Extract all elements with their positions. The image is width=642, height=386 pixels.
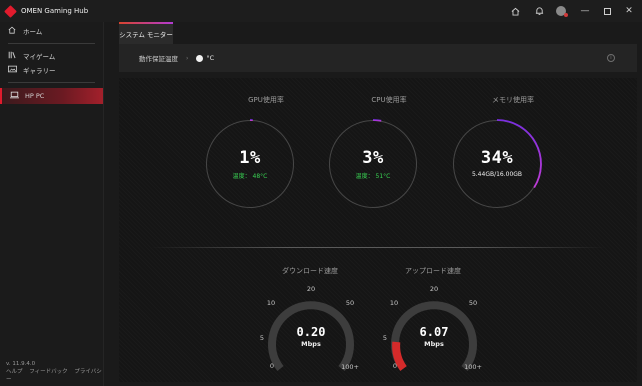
version-label: v. 11.9.4.0 xyxy=(6,361,36,367)
sidebar-divider xyxy=(8,82,95,83)
upload-speed-unit: Mbps xyxy=(424,340,444,348)
toolbar: 動作保証温度 › °C i xyxy=(119,44,637,72)
upload-speed-value: 6.07 xyxy=(419,325,449,339)
sidebar-footer: v. 11.9.4.0 ヘルプ フィードバック プライバシー xyxy=(6,360,103,384)
tab-system-monitor[interactable]: システム モニター xyxy=(119,22,173,44)
upload-tick-0: 0 xyxy=(392,362,398,370)
celsius-unit-label: °C xyxy=(206,54,215,62)
upload-tick-50: 50 xyxy=(468,299,478,307)
avatar[interactable] xyxy=(556,6,568,17)
sidebar: ホーム マイゲーム ギャラリー HP PC v. 11.9.4.0 ヘルプ フィ… xyxy=(0,22,104,386)
title-bar: OMEN Gaming Hub — ✕ xyxy=(0,0,642,22)
omen-logo-icon xyxy=(4,4,17,18)
app-title: OMEN Gaming Hub xyxy=(21,7,89,15)
home-icon[interactable] xyxy=(508,4,522,18)
gallery-icon xyxy=(8,65,17,75)
help-link[interactable]: ヘルプ xyxy=(6,369,23,375)
maximize-icon[interactable] xyxy=(598,4,616,18)
chevron-right-icon: › xyxy=(186,54,189,62)
sidebar-item-label: ギャラリー xyxy=(23,67,56,75)
bell-icon[interactable] xyxy=(532,4,546,18)
sidebar-item-label: HP PC xyxy=(25,92,45,100)
close-icon[interactable]: ✕ xyxy=(620,4,638,18)
sidebar-item-my-games[interactable]: マイゲーム xyxy=(0,49,103,63)
sidebar-item-label: ホーム xyxy=(23,28,43,36)
info-icon[interactable]: i xyxy=(607,54,615,62)
sidebar-item-gallery[interactable]: ギャラリー xyxy=(0,63,103,77)
laptop-icon xyxy=(10,91,19,101)
upload-tick-100: 100+ xyxy=(464,363,482,371)
guaranteed-temp-label: 動作保証温度 xyxy=(139,55,178,63)
main-content: システム モニター 動作保証温度 › °C i GPU使用率 1% 温度： 48… xyxy=(112,22,642,386)
feedback-link[interactable]: フィードバック xyxy=(29,369,67,375)
upload-tick-20: 20 xyxy=(429,285,439,293)
celsius-radio[interactable] xyxy=(196,54,204,62)
sidebar-item-home[interactable]: ホーム xyxy=(0,24,103,38)
minimize-icon[interactable]: — xyxy=(576,4,594,18)
monitor-panel: GPU使用率 1% 温度： 48°C CPU使用率 3% 温度： 51°C メモ… xyxy=(119,78,637,382)
sidebar-divider xyxy=(8,43,95,44)
library-icon xyxy=(8,51,17,61)
sidebar-item-hp-pc[interactable]: HP PC xyxy=(0,88,103,104)
upload-tick-5: 5 xyxy=(382,334,388,342)
upload-tick-10: 10 xyxy=(389,299,399,307)
sidebar-item-label: マイゲーム xyxy=(23,53,56,61)
home-icon xyxy=(8,26,17,36)
